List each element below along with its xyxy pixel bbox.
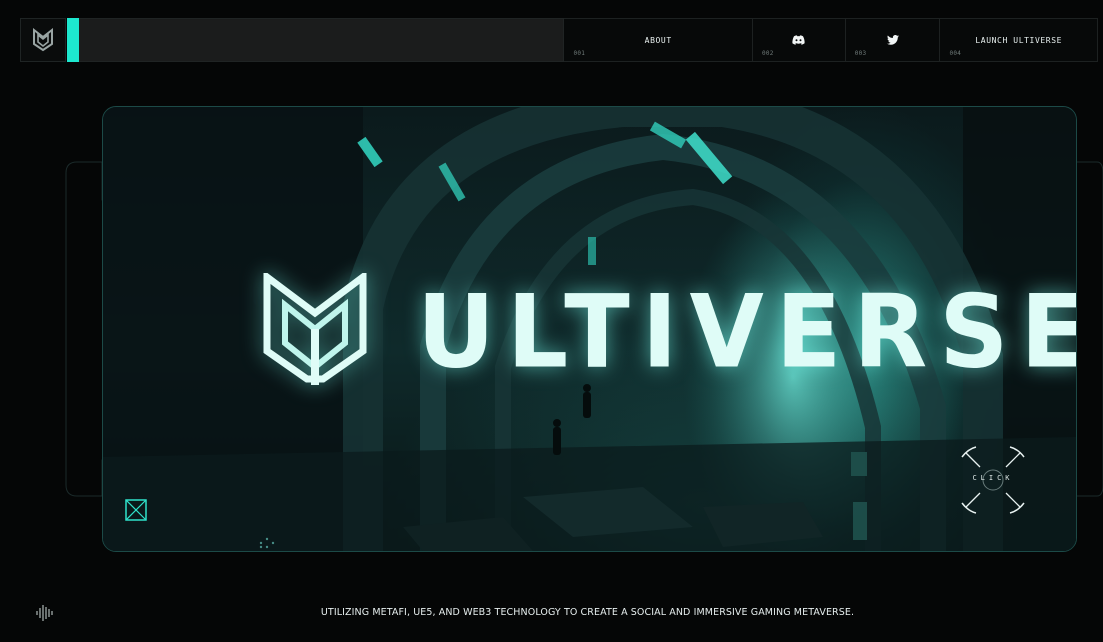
- nav-about-link[interactable]: ABOUT 001: [564, 18, 753, 62]
- nav-spacer: [78, 18, 565, 62]
- top-nav: ABOUT 001 002 003 LAUNCH ULTIVERSE 004: [20, 18, 1098, 62]
- discord-icon: [792, 35, 805, 45]
- nav-launch-number: 004: [949, 50, 962, 57]
- ultiverse-emblem-icon: [263, 273, 367, 385]
- nav-accent-bar: [66, 18, 79, 62]
- ultiverse-brand: ULTIVERSE: [263, 272, 1077, 392]
- brand-wordmark: ULTIVERSE: [417, 273, 1077, 391]
- nav-launch-label: LAUNCH ULTIVERSE: [975, 35, 1063, 45]
- nav-twitter-link[interactable]: 003: [845, 18, 941, 62]
- footer-tagline: UTILIZING METAFI, UE5, AND WEB3 TECHNOLO…: [320, 607, 855, 618]
- click-label: CLICK: [972, 474, 1014, 482]
- nav-discord-link[interactable]: 002: [752, 18, 846, 62]
- ultiverse-logo-icon: [32, 28, 53, 52]
- hero-banner[interactable]: ULTIVERSE CLICK: [102, 106, 1077, 552]
- expand-x-icon[interactable]: [125, 499, 147, 521]
- nav-about-number: 001: [573, 50, 586, 57]
- twitter-icon: [886, 35, 899, 45]
- nav-twitter-number: 003: [854, 50, 867, 57]
- logo-button[interactable]: [20, 18, 66, 62]
- nav-about-label: ABOUT: [644, 35, 672, 45]
- nav-discord-number: 002: [761, 50, 774, 57]
- click-crosshair-button[interactable]: CLICK: [958, 445, 1028, 515]
- nav-launch-link[interactable]: LAUNCH ULTIVERSE 004: [940, 18, 1098, 62]
